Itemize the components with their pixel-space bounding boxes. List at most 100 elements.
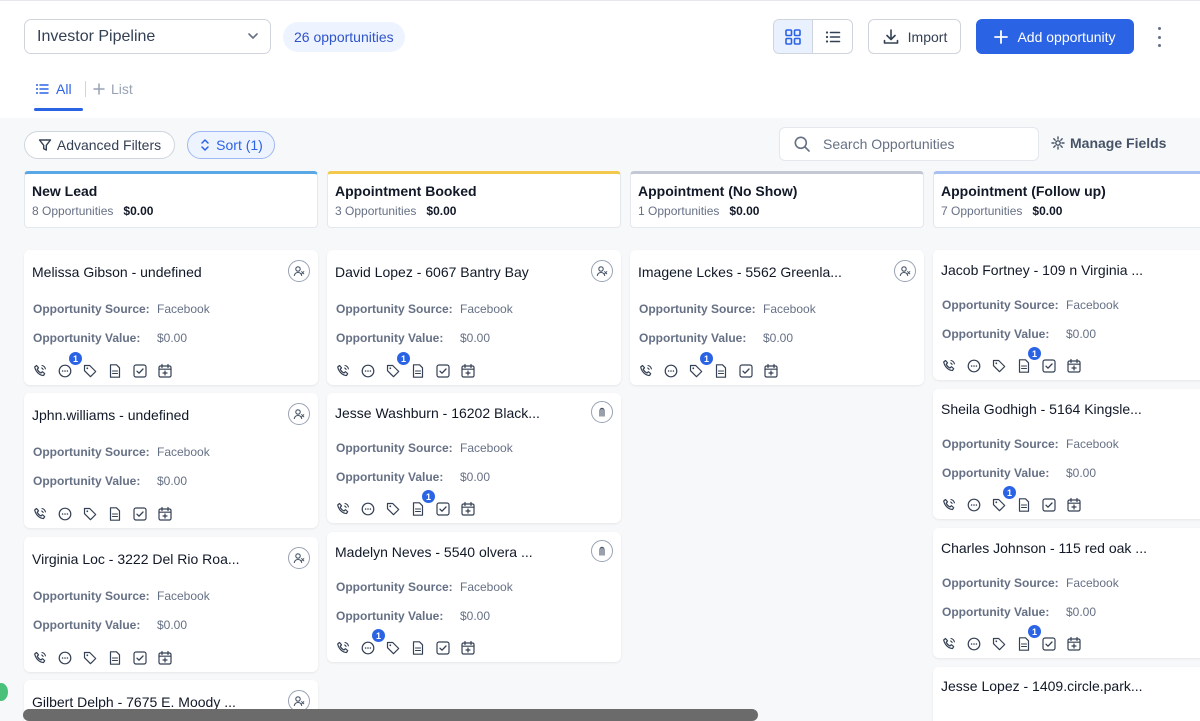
tag-icon[interactable]: 1 [688, 352, 713, 379]
card-title[interactable]: Charles Johnson - 115 red oak ... [941, 540, 1147, 556]
unassigned-user-icon[interactable] [894, 260, 916, 282]
calendar-icon[interactable] [763, 363, 779, 379]
phone-icon[interactable] [941, 358, 957, 374]
task-icon[interactable] [1041, 636, 1057, 652]
message-icon[interactable]: 1 [57, 352, 82, 379]
opportunity-card[interactable]: Melissa Gibson - undefined Opportunity So… [24, 250, 318, 385]
card-title[interactable]: Imagene Lckes - 5562 Greenla... [638, 264, 842, 280]
note-icon[interactable]: 1 [1016, 625, 1041, 652]
phone-icon[interactable] [32, 363, 48, 379]
message-icon[interactable]: 1 [360, 629, 385, 656]
tag-icon[interactable] [82, 506, 98, 522]
calendar-icon[interactable] [460, 501, 476, 517]
tag-icon[interactable] [991, 358, 1007, 374]
manage-fields-button[interactable]: Manage Fields [1051, 135, 1166, 151]
note-icon[interactable] [713, 363, 729, 379]
horizontal-scrollbar[interactable] [23, 709, 758, 721]
opportunity-card[interactable]: Madelyn Neves - 5540 olvera ... Opportuni… [327, 532, 621, 662]
card-title[interactable]: Jacob Fortney - 109 n Virginia ... [941, 262, 1143, 278]
message-icon[interactable] [663, 363, 679, 379]
tag-icon[interactable]: 1 [385, 352, 410, 379]
task-icon[interactable] [1041, 497, 1057, 513]
message-icon[interactable] [966, 636, 982, 652]
board-view-button[interactable] [774, 20, 814, 53]
message-icon[interactable] [966, 497, 982, 513]
opportunity-card[interactable]: Sheila Godhigh - 5164 Kingsle... Opportun… [933, 389, 1200, 519]
opportunity-card[interactable]: Jphn.williams - undefined Opportunity Sou… [24, 393, 318, 528]
note-icon[interactable]: 1 [1016, 347, 1041, 374]
task-icon[interactable] [132, 650, 148, 666]
note-icon[interactable] [107, 506, 123, 522]
task-icon[interactable] [738, 363, 754, 379]
phone-icon[interactable] [335, 363, 351, 379]
calendar-icon[interactable] [1066, 358, 1082, 374]
card-title[interactable]: Jphn.williams - undefined [32, 407, 189, 423]
advanced-filters-button[interactable]: Advanced Filters [24, 131, 175, 159]
card-title[interactable]: Sheila Godhigh - 5164 Kingsle... [941, 401, 1142, 417]
phone-icon[interactable] [941, 636, 957, 652]
card-title[interactable]: Jesse Lopez - 1409.circle.park... [941, 678, 1143, 694]
add-opportunity-button[interactable]: Add opportunity [976, 19, 1134, 54]
unassigned-user-icon[interactable] [288, 403, 310, 425]
opportunity-card[interactable]: Jesse Lopez - 1409.circle.park... [933, 667, 1200, 721]
card-title[interactable]: Virginia Loc - 3222 Del Rio Roa... [32, 551, 240, 567]
message-icon[interactable] [966, 358, 982, 374]
opportunity-card[interactable]: Charles Johnson - 115 red oak ... Opportu… [933, 528, 1200, 658]
calendar-icon[interactable] [157, 650, 173, 666]
note-icon[interactable] [107, 650, 123, 666]
note-icon[interactable] [1016, 497, 1032, 513]
pipeline-select[interactable]: Investor Pipeline [24, 19, 271, 54]
task-icon[interactable] [132, 363, 148, 379]
search-input[interactable] [823, 136, 1023, 152]
opportunity-card[interactable]: Jesse Washburn - 16202 Black... Opportuni… [327, 393, 621, 523]
card-title[interactable]: Jesse Washburn - 16202 Black... [335, 405, 540, 421]
tag-icon[interactable] [82, 363, 98, 379]
tag-icon[interactable] [385, 640, 401, 656]
task-icon[interactable] [435, 640, 451, 656]
opportunity-card[interactable]: David Lopez - 6067 Bantry Bay Opportunity… [327, 250, 621, 385]
tag-icon[interactable] [991, 636, 1007, 652]
task-icon[interactable] [1041, 358, 1057, 374]
card-title[interactable]: David Lopez - 6067 Bantry Bay [335, 264, 529, 280]
calendar-icon[interactable] [157, 506, 173, 522]
note-icon[interactable] [410, 640, 426, 656]
opportunity-card[interactable]: Imagene Lckes - 5562 Greenla... Opportuni… [630, 250, 924, 385]
message-icon[interactable] [360, 501, 376, 517]
sort-button[interactable]: Sort (1) [187, 131, 275, 159]
tag-icon[interactable]: 1 [991, 486, 1016, 513]
message-icon[interactable] [57, 506, 73, 522]
card-title[interactable]: Madelyn Neves - 5540 olvera ... [335, 544, 533, 560]
card-title[interactable]: Gilbert Delph - 7675 E. Moody ... [32, 694, 236, 710]
calendar-icon[interactable] [1066, 636, 1082, 652]
import-button[interactable]: Import [868, 19, 961, 54]
opportunity-card[interactable]: Jacob Fortney - 109 n Virginia ... Opport… [933, 250, 1200, 380]
tag-icon[interactable] [82, 650, 98, 666]
calendar-icon[interactable] [157, 363, 173, 379]
task-icon[interactable] [435, 501, 451, 517]
note-icon[interactable] [107, 363, 123, 379]
calendar-icon[interactable] [460, 363, 476, 379]
unassigned-user-icon[interactable] [288, 547, 310, 569]
note-icon[interactable] [410, 363, 426, 379]
unassigned-user-icon[interactable] [288, 260, 310, 282]
phone-icon[interactable] [335, 501, 351, 517]
note-icon[interactable]: 1 [410, 490, 435, 517]
phone-icon[interactable] [335, 640, 351, 656]
more-options-icon[interactable] [1150, 27, 1168, 47]
tab-add-list[interactable]: List [93, 79, 133, 99]
task-icon[interactable] [435, 363, 451, 379]
task-icon[interactable] [132, 506, 148, 522]
message-icon[interactable] [360, 363, 376, 379]
avatar-icon[interactable] [591, 540, 613, 562]
calendar-icon[interactable] [1066, 497, 1082, 513]
phone-icon[interactable] [32, 506, 48, 522]
phone-icon[interactable] [638, 363, 654, 379]
phone-icon[interactable] [32, 650, 48, 666]
calendar-icon[interactable] [460, 640, 476, 656]
opportunity-card[interactable]: Virginia Loc - 3222 Del Rio Roa... Opport… [24, 537, 318, 672]
list-view-button[interactable] [813, 20, 852, 53]
unassigned-user-icon[interactable] [591, 260, 613, 282]
message-icon[interactable] [57, 650, 73, 666]
avatar-icon[interactable] [591, 401, 613, 423]
phone-icon[interactable] [941, 497, 957, 513]
